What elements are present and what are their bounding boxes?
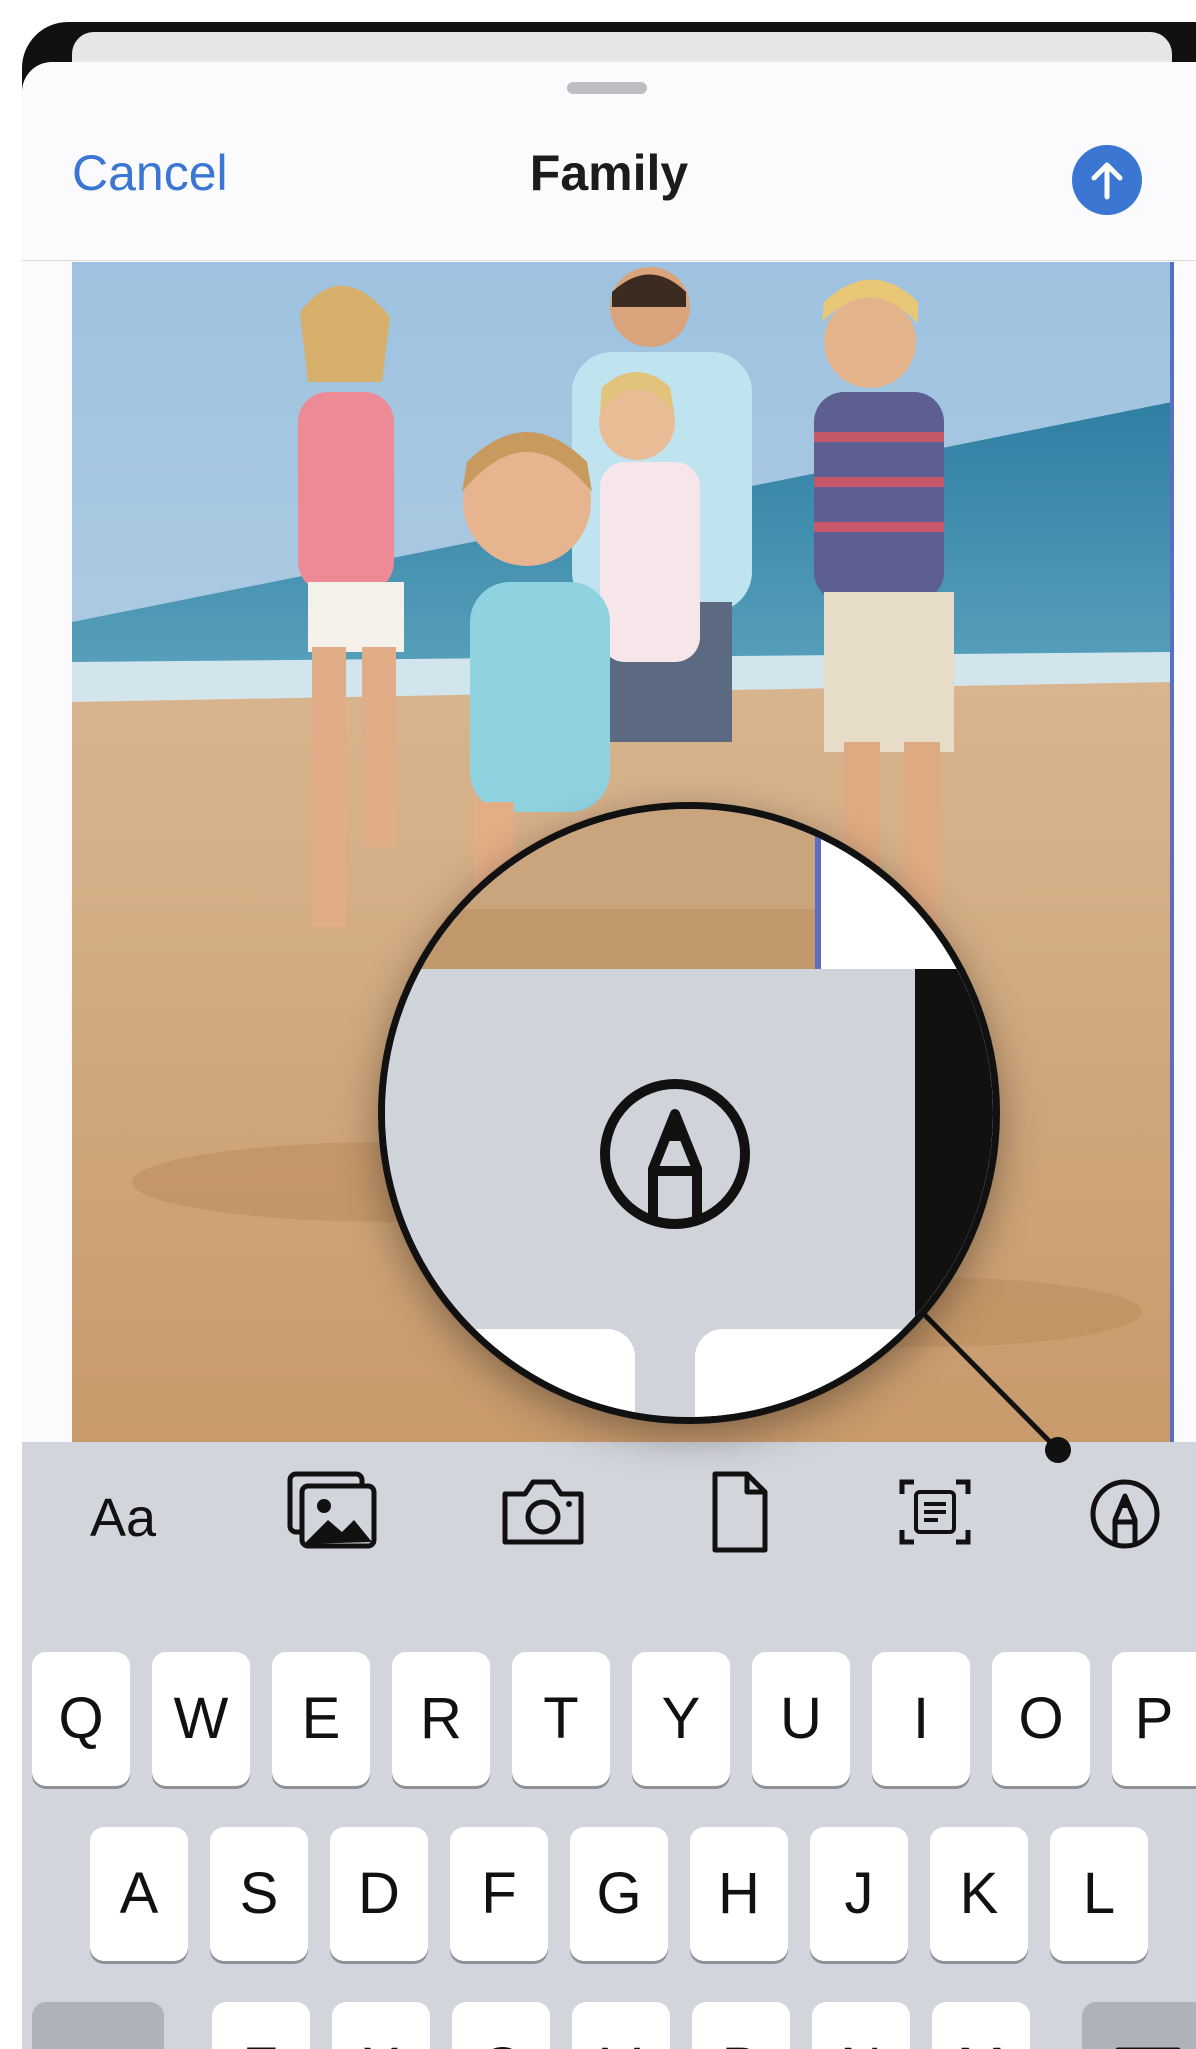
key-e[interactable]: E xyxy=(272,1652,370,1786)
keyboard-toolbar: Aa xyxy=(22,1442,1196,1587)
markup-button[interactable] xyxy=(1082,1462,1168,1562)
key-f[interactable]: F xyxy=(450,1827,548,1961)
key-y[interactable]: Y xyxy=(632,1652,730,1786)
key-a[interactable]: A xyxy=(90,1827,188,1961)
text-format-button[interactable]: Aa xyxy=(90,1487,156,1549)
key-d[interactable]: D xyxy=(330,1827,428,1961)
scan-text-button[interactable] xyxy=(892,1462,978,1562)
document-button[interactable] xyxy=(705,1462,775,1562)
delete-key[interactable] xyxy=(1082,2002,1196,2049)
photo-library-button[interactable] xyxy=(284,1462,380,1562)
key-v[interactable]: V xyxy=(572,2002,670,2049)
key-k[interactable]: K xyxy=(930,1827,1028,1961)
page-title: Family xyxy=(529,145,689,201)
sheet-grabber[interactable] xyxy=(567,82,647,94)
delete-icon xyxy=(1115,2047,1181,2049)
key-j[interactable]: J xyxy=(810,1827,908,1961)
key-i[interactable]: I xyxy=(872,1652,970,1786)
markup-icon xyxy=(1090,1479,1160,1549)
document-icon xyxy=(712,1471,768,1553)
key-z[interactable]: Z xyxy=(212,2002,310,2049)
shift-key[interactable] xyxy=(32,2002,164,2049)
key-x[interactable]: X xyxy=(332,2002,430,2049)
key-u[interactable]: U xyxy=(752,1652,850,1786)
key-p[interactable]: P xyxy=(1112,1652,1196,1786)
key-m[interactable]: M xyxy=(932,2002,1030,2049)
key-t[interactable]: T xyxy=(512,1652,610,1786)
camera-button[interactable] xyxy=(497,1462,589,1562)
key-l[interactable]: L xyxy=(1050,1827,1148,1961)
arrow-up-circle-icon xyxy=(1091,162,1123,200)
navbar-divider xyxy=(22,260,1196,261)
key-n[interactable]: N xyxy=(812,2002,910,2049)
key-s[interactable]: S xyxy=(210,1827,308,1961)
scan-text-icon xyxy=(899,1479,971,1545)
key-h[interactable]: H xyxy=(690,1827,788,1961)
key-q[interactable]: Q xyxy=(32,1652,130,1786)
key-b[interactable]: B xyxy=(692,2002,790,2049)
magnifier-callout xyxy=(378,802,1000,1424)
photo-library-icon xyxy=(287,1471,377,1549)
send-button[interactable] xyxy=(1072,145,1142,215)
text-cursor xyxy=(1170,262,1174,1442)
camera-icon xyxy=(502,1479,584,1545)
key-g[interactable]: G xyxy=(570,1827,668,1961)
key-o[interactable]: O xyxy=(992,1652,1090,1786)
keyboard: Aa Q W E R T Y U I O P A S D F G H J K L xyxy=(22,1442,1196,2049)
key-c[interactable]: C xyxy=(452,2002,550,2049)
key-w[interactable]: W xyxy=(152,1652,250,1786)
key-r[interactable]: R xyxy=(392,1652,490,1786)
